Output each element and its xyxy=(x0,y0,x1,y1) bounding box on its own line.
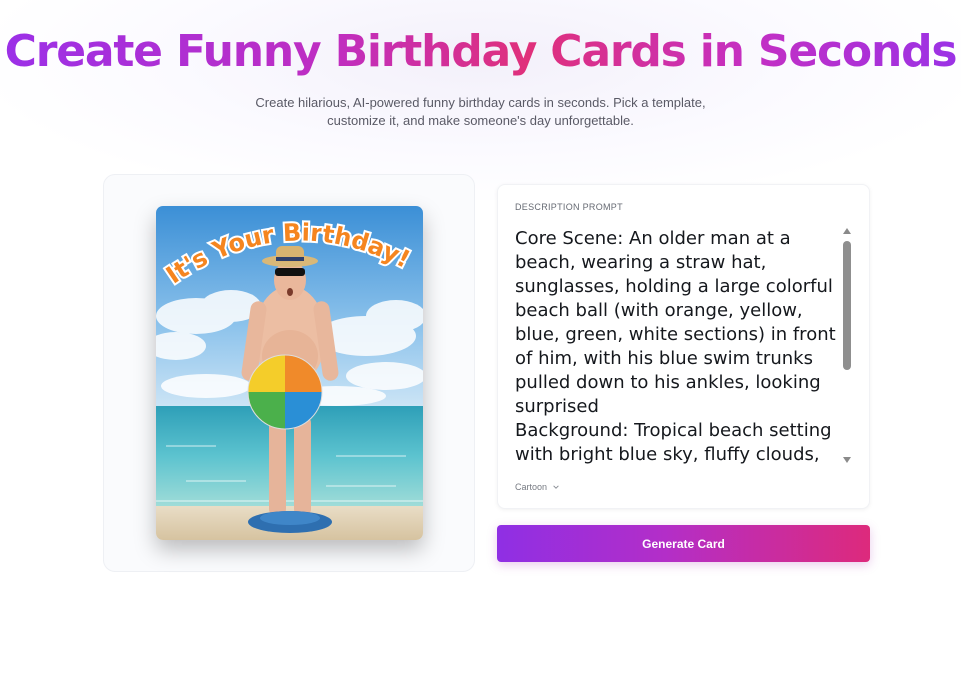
prompt-panel: DESCRIPTION PROMPT Core Scene: An older … xyxy=(497,184,870,509)
style-select[interactable]: Cartoon xyxy=(515,480,560,494)
generate-card-button[interactable]: Generate Card xyxy=(497,525,870,562)
page-subtitle: Create hilarious, AI-powered funny birth… xyxy=(255,95,706,128)
scrollbar-thumb[interactable] xyxy=(843,241,851,370)
scroll-up-arrow-icon[interactable] xyxy=(843,228,851,234)
style-select-value: Cartoon xyxy=(515,482,548,492)
birthday-card-preview: It's Your Birthday! xyxy=(156,206,423,540)
prompt-label: DESCRIPTION PROMPT xyxy=(515,202,623,212)
card-image: It's Your Birthday! xyxy=(156,206,423,540)
scroll-down-arrow-icon[interactable] xyxy=(843,457,851,463)
page-title: Create Funny Birthday Cards in Seconds xyxy=(0,22,961,82)
chevron-down-icon xyxy=(553,485,559,489)
description-prompt-textarea[interactable]: Core Scene: An older man at a beach, wea… xyxy=(515,227,845,467)
